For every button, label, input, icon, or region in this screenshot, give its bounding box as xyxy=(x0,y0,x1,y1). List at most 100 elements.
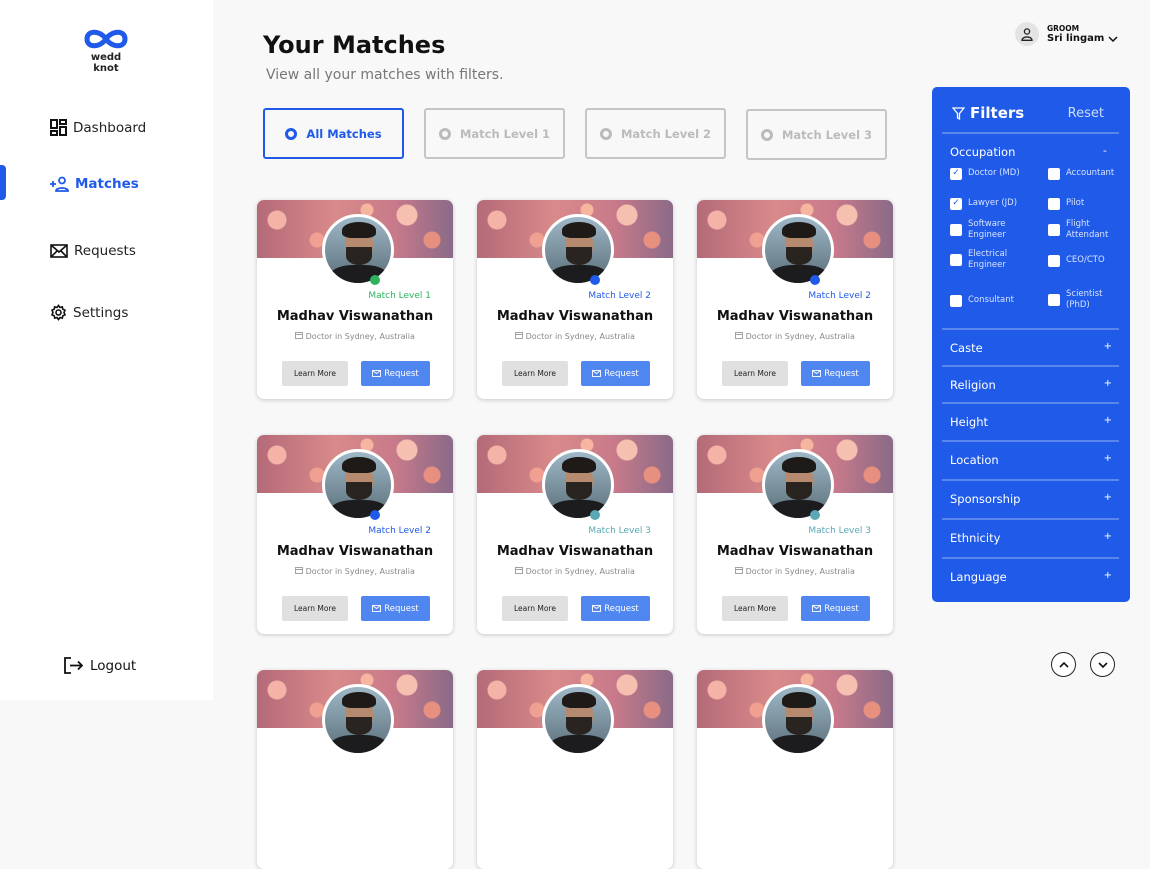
profile-name: Madhav Viswanathan xyxy=(276,309,434,324)
mail-icon xyxy=(592,605,602,612)
filter-section-sponsorship[interactable]: Sponsorship + xyxy=(950,492,1112,506)
nav-requests[interactable]: Requests xyxy=(50,243,136,259)
checkbox[interactable] xyxy=(1048,168,1060,180)
request-label: Request xyxy=(824,603,859,614)
reset-button[interactable]: Reset xyxy=(1068,106,1104,121)
occupation-option[interactable]: Software Engineer xyxy=(950,219,1028,241)
occupation-option[interactable]: Accountant xyxy=(1048,168,1114,180)
request-button[interactable]: Request xyxy=(581,361,650,386)
tab-match-level-1[interactable]: Match Level 1 xyxy=(424,108,565,159)
occupation-option[interactable]: ✓ Lawyer (JD) xyxy=(950,198,1017,210)
tab-match-level-3[interactable]: Match Level 3 xyxy=(746,109,887,160)
request-label: Request xyxy=(384,603,419,614)
expand-icon[interactable]: + xyxy=(1104,341,1112,355)
mail-icon xyxy=(812,605,822,612)
radio-icon xyxy=(599,127,612,140)
location-text: Doctor in Sydney, Australia xyxy=(525,567,635,576)
filter-section-height[interactable]: Height + xyxy=(950,415,1112,429)
filter-section-caste[interactable]: Caste + xyxy=(950,341,1112,355)
checkbox[interactable] xyxy=(950,254,962,267)
checkbox[interactable] xyxy=(1048,224,1060,237)
filter-section-ethnicity[interactable]: Ethnicity + xyxy=(950,531,1112,545)
request-button[interactable]: Request xyxy=(361,361,430,386)
profile-photo[interactable] xyxy=(322,214,394,286)
filter-section-location[interactable]: Location + xyxy=(950,453,1112,467)
checkbox[interactable] xyxy=(1048,198,1060,210)
expand-icon[interactable]: + xyxy=(1104,453,1112,467)
expand-icon[interactable]: + xyxy=(1104,378,1112,392)
nav-label: Matches xyxy=(75,176,139,192)
scroll-up-button[interactable] xyxy=(1051,652,1076,677)
profile-photo[interactable] xyxy=(542,684,614,756)
occupation-option[interactable]: Consultant xyxy=(950,295,1014,307)
filter-section-religion[interactable]: Religion + xyxy=(950,378,1112,392)
expand-icon[interactable]: + xyxy=(1104,570,1112,584)
match-card: Match Level 1 Madhav Viswanathan Doctor … xyxy=(257,200,453,399)
match-level: Match Level 3 xyxy=(588,526,651,536)
section-label: Religion xyxy=(950,378,996,392)
nav-label: Settings xyxy=(73,304,129,321)
occupation-option[interactable]: Flight Attendant xyxy=(1048,219,1126,241)
profile-name: Madhav Viswanathan xyxy=(276,544,434,559)
profile-photo[interactable] xyxy=(542,449,614,521)
profile-photo[interactable] xyxy=(762,214,834,286)
learn-more-button[interactable]: Learn More xyxy=(502,361,568,386)
occupation-option[interactable]: Electrical Engineer xyxy=(950,249,1028,271)
collapse-toggle[interactable]: - xyxy=(1103,144,1107,157)
nav-matches[interactable]: Matches xyxy=(50,176,139,192)
mail-icon xyxy=(372,370,382,377)
status-dot xyxy=(370,275,380,285)
request-button[interactable]: Request xyxy=(801,596,870,621)
checkbox[interactable] xyxy=(1048,294,1060,307)
request-label: Request xyxy=(384,368,419,379)
dashboard-icon xyxy=(50,119,67,136)
logo[interactable]: wedd knot xyxy=(78,28,134,74)
learn-more-button[interactable]: Learn More xyxy=(722,361,788,386)
match-level: Match Level 2 xyxy=(588,291,651,301)
nav-dashboard[interactable]: Dashboard xyxy=(50,119,146,136)
profile-photo[interactable] xyxy=(322,449,394,521)
nav-settings[interactable]: Settings xyxy=(50,304,128,321)
section-label: Ethnicity xyxy=(950,531,1001,545)
profile-location: Doctor in Sydney, Australia xyxy=(477,331,673,341)
occupation-option[interactable]: Pilot xyxy=(1048,198,1084,210)
match-card: Match Level 2 Madhav Viswanathan Doctor … xyxy=(697,200,893,399)
mail-icon xyxy=(812,370,822,377)
location-text: Doctor in Sydney, Australia xyxy=(525,332,635,341)
profile-photo[interactable] xyxy=(542,214,614,286)
user-menu[interactable]: GROOM Sri lingam xyxy=(1015,22,1118,46)
expand-icon[interactable]: + xyxy=(1104,531,1112,545)
tab-all-matches[interactable]: All Matches xyxy=(263,108,404,159)
tab-match-level-2[interactable]: Match Level 2 xyxy=(585,108,726,159)
request-button[interactable]: Request xyxy=(581,596,650,621)
briefcase-icon xyxy=(295,332,304,339)
occupation-option[interactable]: Scientist (PhD) xyxy=(1048,289,1126,311)
profile-photo[interactable] xyxy=(762,449,834,521)
expand-icon[interactable]: + xyxy=(1104,492,1112,506)
learn-more-button[interactable]: Learn More xyxy=(502,596,568,621)
learn-more-button[interactable]: Learn More xyxy=(282,596,348,621)
filters-title: Filters xyxy=(970,104,1025,122)
checkbox[interactable] xyxy=(1048,255,1060,267)
match-level: Match Level 1 xyxy=(368,291,431,301)
option-label: Doctor (MD) xyxy=(968,168,1020,179)
occupation-heading[interactable]: Occupation xyxy=(950,145,1015,159)
expand-icon[interactable]: + xyxy=(1104,415,1112,429)
filter-section-language[interactable]: Language + xyxy=(950,570,1112,584)
occupation-option[interactable]: ✓ Doctor (MD) xyxy=(950,168,1020,180)
profile-name: Madhav Viswanathan xyxy=(496,544,654,559)
checkbox[interactable] xyxy=(950,224,962,237)
learn-more-button[interactable]: Learn More xyxy=(722,596,788,621)
profile-photo[interactable] xyxy=(322,684,394,756)
checkbox[interactable]: ✓ xyxy=(950,198,962,210)
checkbox[interactable]: ✓ xyxy=(950,168,962,180)
logout-button[interactable]: Logout xyxy=(64,657,136,674)
scroll-down-button[interactable] xyxy=(1090,652,1115,677)
profile-photo[interactable] xyxy=(762,684,834,756)
checkbox[interactable] xyxy=(950,295,962,307)
option-label: Scientist (PhD) xyxy=(1066,289,1103,311)
learn-more-button[interactable]: Learn More xyxy=(282,361,348,386)
request-button[interactable]: Request xyxy=(361,596,430,621)
occupation-option[interactable]: CEO/CTO xyxy=(1048,255,1105,267)
request-button[interactable]: Request xyxy=(801,361,870,386)
